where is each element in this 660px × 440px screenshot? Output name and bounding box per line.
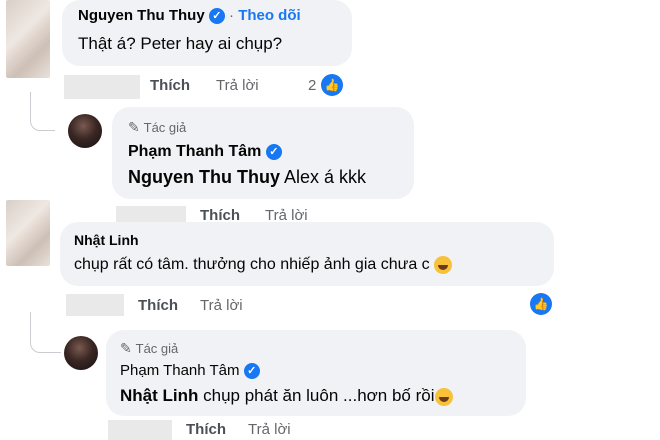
pen-icon: ✎ <box>120 340 132 356</box>
like-button[interactable]: Thích <box>186 421 226 438</box>
comment-bubble-2: Nhật Linh chụp rất có tâm. thưởng cho nh… <box>60 222 554 286</box>
verified-badge-icon: ✓ <box>265 143 282 160</box>
pen-icon: ✎ <box>128 119 140 135</box>
redacted-timestamp <box>64 75 140 99</box>
avatar-reply1[interactable] <box>68 114 102 148</box>
follow-button[interactable]: Theo dõi <box>238 7 301 24</box>
reply-bubble-1: ✎ Tác giả Phạm Thanh Tâm ✓ Nguyen Thu Th… <box>112 107 414 199</box>
reaction-count[interactable]: 2 <box>308 77 316 94</box>
like-reaction-icon[interactable]: 👍 <box>321 74 343 96</box>
like-button[interactable]: Thích <box>138 297 178 314</box>
like-button[interactable]: Thích <box>150 77 190 94</box>
comment1-actions: Thích <box>150 77 190 94</box>
reply-text: Alex á kkk <box>284 167 367 187</box>
reply-text: chụp phát ăn luôn ...hơn bố rồi <box>203 386 435 405</box>
comment-text: Thật á? Peter hay ai chụp? <box>78 34 283 53</box>
redacted-timestamp <box>108 420 172 440</box>
reply-button[interactable]: Trả lời <box>216 77 259 94</box>
separator-dot: · <box>229 7 235 24</box>
thread-line <box>30 92 55 131</box>
replier-name[interactable]: Phạm Thanh Tâm <box>128 143 261 160</box>
avatar-comment1[interactable] <box>6 0 50 78</box>
reply-button[interactable]: Trả lời <box>200 297 243 314</box>
author-badge: Tác giả <box>143 120 187 135</box>
like-reaction-icon[interactable]: 👍 <box>530 293 552 315</box>
commenter-name[interactable]: Nhật Linh <box>74 232 139 248</box>
verified-badge-icon: ✓ <box>208 8 225 25</box>
laughing-emoji-icon <box>434 256 453 274</box>
verified-badge-icon: ✓ <box>243 363 260 380</box>
commenter-name[interactable]: Nguyen Thu Thuy <box>78 7 205 24</box>
thread-line <box>30 312 61 353</box>
author-badge: Tác giả <box>135 341 179 356</box>
mention-link[interactable]: Nhật Linh <box>120 386 198 405</box>
reply-bubble-2: ✎ Tác giả Phạm Thanh Tâm ✓ Nhật Linh chụ… <box>106 330 526 416</box>
reply-button[interactable]: Trả lời <box>248 421 291 438</box>
avatar-comment2[interactable] <box>6 200 50 266</box>
comment-bubble-1: Nguyen Thu Thuy ✓ · Theo dõi Thật á? Pet… <box>62 0 352 66</box>
redacted-timestamp <box>66 294 124 316</box>
replier-name[interactable]: Phạm Thanh Tâm <box>120 362 240 379</box>
avatar-reply2[interactable] <box>64 336 98 370</box>
mention-link[interactable]: Nguyen Thu Thuy <box>128 167 280 187</box>
comment-text: chụp rất có tâm. thưởng cho nhiếp ảnh gi… <box>74 256 430 274</box>
laughing-emoji-icon <box>434 387 453 406</box>
